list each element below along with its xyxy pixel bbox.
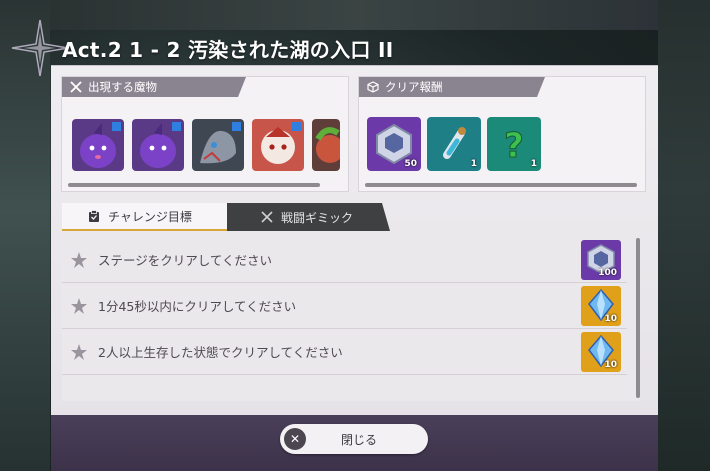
rewards-label: クリア報酬 [385, 80, 443, 94]
mission-reward-count: 10 [604, 313, 617, 324]
monsters-scrollbar[interactable] [68, 183, 320, 187]
rewards-box: クリア報酬 50 1 ? 1 [358, 76, 646, 192]
mission-row: 1分45秒以内にクリアしてください 10 [62, 283, 627, 329]
missions-scrollbar[interactable] [636, 238, 640, 398]
mission-reward-blue-crystal[interactable]: 10 [581, 285, 621, 326]
rewards-header: クリア報酬 [359, 77, 545, 97]
mission-text: 2人以上生存した状態でクリアしてください [98, 345, 343, 360]
reward-question-mark[interactable]: ? 1 [487, 117, 541, 171]
close-label: 閉じる [340, 432, 377, 447]
svg-text:?: ? [504, 126, 524, 166]
tab-battle-gimmick[interactable]: 戦闘ギミック [227, 203, 390, 231]
star-icon [71, 297, 87, 314]
mission-reward-blue-crystal[interactable]: 10 [581, 331, 621, 372]
cube-icon [367, 81, 379, 93]
challenge-mission-list: ステージをクリアしてください 100 1分45秒以内にクリアしてください 10 [62, 231, 640, 401]
monsters-label: 出現する魔物 [88, 80, 157, 94]
monsters-box: 出現する魔物 [61, 76, 349, 192]
mission-row: ステージをクリアしてください 100 [62, 237, 627, 283]
tab-challenge-label: チャレンジ目標 [108, 209, 192, 224]
monster-green-plant-creature[interactable] [312, 119, 340, 171]
monster-red-white-creature[interactable] [252, 119, 304, 171]
monster-purple-slime-1[interactable] [72, 119, 124, 171]
reward-count: 1 [470, 159, 477, 169]
star-icon [71, 251, 87, 268]
tab-challenge-goals[interactable]: チャレンジ目標 [62, 203, 227, 231]
mission-text: ステージをクリアしてください [98, 253, 273, 268]
mission-reward-count: 10 [604, 359, 617, 370]
star-icon [71, 343, 87, 360]
mission-reward-hexagon-emblem[interactable]: 100 [581, 239, 621, 280]
close-button[interactable]: ✕ 閉じる [280, 424, 428, 454]
mission-text: 1分45秒以内にクリアしてください [98, 299, 297, 314]
background-right-panel [658, 0, 710, 471]
rewards-scrollbar[interactable] [365, 183, 637, 187]
monster-gray-dragon[interactable] [192, 119, 244, 171]
crossed-swords-icon [70, 81, 82, 93]
crossed-swords-icon [261, 211, 273, 223]
background-top-strip [0, 0, 710, 30]
reward-count: 50 [404, 159, 417, 169]
tab-gimmick-label: 戦闘ギミック [281, 210, 354, 225]
monster-purple-slime-2[interactable] [132, 119, 184, 171]
clipboard-icon [89, 209, 99, 222]
reward-hexagon-emblem[interactable]: 50 [367, 117, 421, 171]
mission-reward-count: 100 [598, 267, 617, 278]
reward-potion-flask[interactable]: 1 [427, 117, 481, 171]
monsters-header: 出現する魔物 [62, 77, 246, 97]
stage-title: Act.2 1 - 2 汚染された湖の入口 II [62, 38, 394, 62]
reward-count: 1 [530, 159, 537, 169]
mission-row: 2人以上生存した状態でクリアしてください 10 [62, 329, 627, 375]
